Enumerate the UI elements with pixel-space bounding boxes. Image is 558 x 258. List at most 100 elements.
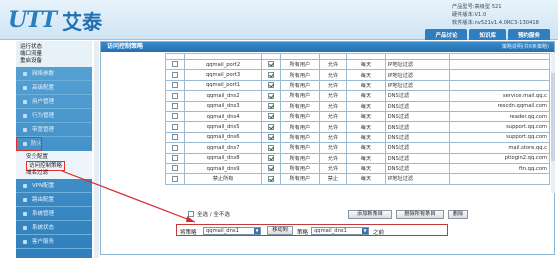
select-cell (164, 142, 186, 154)
policy-name-cell[interactable]: qqmail_dns3 (184, 100, 262, 112)
sidebar-group-behavior[interactable]: 行为管理 (16, 109, 92, 123)
policy-name-cell[interactable]: qqmail_dns2 (184, 90, 262, 102)
row-select-checkbox[interactable] (172, 154, 179, 161)
policy-name-cell[interactable]: qqmail_port1 (184, 79, 262, 92)
policy-name-cell[interactable]: qqmail_dns6 (184, 131, 262, 144)
row-select-checkbox[interactable] (172, 175, 179, 182)
table-row[interactable]: 禁止所有 所有用户 禁止 每天 IP地址过滤 (164, 173, 551, 185)
filter-content-cell: service.mail.qq.c (448, 90, 551, 102)
row-select-checkbox[interactable] (172, 71, 179, 78)
select-all-checkbox[interactable] (188, 211, 194, 217)
row-select-checkbox[interactable] (172, 165, 179, 172)
row-enable-checkbox[interactable] (268, 134, 275, 141)
sidebar-group-network[interactable]: 网络参数 (16, 67, 92, 81)
filter-type-cell: IP地址过滤 (384, 79, 450, 92)
schedule-cell: 每天 (346, 79, 386, 92)
delete-all-button[interactable]: 删除所有条目 (396, 210, 444, 219)
policy-help-link[interactable]: 策略说明(共6条策略) (502, 42, 549, 52)
move-policy-box: 将策略 qqmail_dns1 ▼ 移动到 策略 qqmail_dns1 ▼ 之… (176, 224, 448, 236)
sidebar-group-users[interactable]: 用户管理 (16, 95, 92, 109)
row-select-checkbox[interactable] (172, 144, 179, 151)
table-row[interactable]: qqmail_dns9 所有用户 允许 每天 DNS过滤 ftn.qq.com (164, 162, 551, 175)
row-select-checkbox[interactable] (172, 61, 179, 68)
nav-product-discussion[interactable]: 产品讨论 (425, 29, 468, 40)
row-enable-checkbox[interactable] (268, 92, 275, 99)
policy-name-cell[interactable]: qqmail_dns5 (184, 121, 262, 133)
policy-name-cell[interactable]: qqmail_dns7 (184, 142, 262, 154)
enable-cell (260, 131, 282, 144)
enable-cell (260, 79, 282, 92)
sidebar-group-bandwidth[interactable]: 带宽管理 (16, 123, 92, 137)
row-enable-checkbox[interactable] (268, 175, 275, 182)
row-enable-checkbox[interactable] (268, 123, 275, 130)
sidebar-group-firewall[interactable]: 防火墙 (16, 137, 42, 161)
sidebar-group-system[interactable]: 系统管理 (16, 207, 92, 221)
sidebar-item-reboot[interactable]: 重启设备 (20, 58, 92, 65)
policy-name-cell[interactable]: qqmail_port3 (184, 69, 262, 81)
enable-cell (260, 121, 282, 133)
nav-knowledge-base[interactable]: 知识库 (469, 29, 506, 40)
table-row[interactable]: qqmail_dns7 所有用户 允许 每天 DNS过滤 mail.store.qq.c (164, 142, 551, 154)
sidebar-group-routing[interactable]: 路由配置 (16, 193, 92, 207)
sidebar-group-system-status[interactable]: 系统状态 (16, 221, 92, 235)
row-enable-checkbox[interactable] (268, 71, 275, 78)
policy-name-cell[interactable]: 禁止所有 (184, 173, 262, 185)
filter-type-cell: DNS过滤 (384, 131, 450, 144)
table-row[interactable]: qqmail_dns8 所有用户 允许 每天 DNS过滤 ptlogin2.qq.com (164, 152, 551, 164)
hardware-version: 硬件版本:V1.0 (452, 12, 487, 18)
add-entry-button[interactable]: 添加新条目 (348, 210, 392, 219)
policy-name-cell[interactable]: qqmail_dns8 (184, 152, 262, 164)
filter-content-cell: ftn.qq.com (448, 162, 551, 175)
source-policy-select[interactable]: qqmail_dns1 ▼ (203, 227, 261, 235)
row-enable-checkbox[interactable] (268, 61, 275, 68)
row-select-checkbox[interactable] (172, 134, 179, 141)
filter-type-cell: DNS过滤 (384, 152, 450, 164)
target-policy-value: qqmail_dns1 (314, 228, 347, 234)
sidebar-scrollbar[interactable] (94, 41, 99, 258)
user-group-cell: 所有用户 (280, 173, 320, 185)
table-row[interactable]: qqmail_dns3 所有用户 允许 每天 DNS过滤 rescdn.qqmail.co… (164, 100, 551, 112)
policy-name-cell[interactable]: qqmail_dns9 (184, 162, 262, 175)
row-enable-checkbox[interactable] (268, 113, 275, 120)
schedule-cell: 每天 (346, 110, 386, 123)
row-select-checkbox[interactable] (172, 123, 179, 130)
enable-cell (260, 152, 282, 164)
table-scrollbar[interactable] (551, 53, 555, 193)
table-row[interactable]: qqmail_port1 所有用户 允许 每天 IP地址过滤 (164, 79, 551, 92)
sidebar-group-vpn[interactable]: VPN配置 (16, 179, 92, 193)
row-select-checkbox[interactable] (172, 92, 179, 99)
sidebar-item-status[interactable]: 运行状态 (20, 44, 92, 51)
table-row[interactable]: qqmail_port3 所有用户 允许 每天 IP地址过滤 (164, 69, 551, 81)
row-enable-checkbox[interactable] (268, 82, 275, 89)
filter-content-cell (448, 58, 551, 71)
delete-button[interactable]: 删除 (448, 210, 468, 219)
table-row[interactable]: qqmail_dns4 所有用户 允许 每天 DNS过滤 reader.qq.com (164, 110, 551, 123)
sidebar-group-advanced[interactable]: 高级配置 (16, 81, 92, 95)
row-enable-checkbox[interactable] (268, 154, 275, 161)
filter-content-cell: mail.store.qq.c (448, 142, 551, 154)
source-policy-value: qqmail_dns1 (206, 228, 239, 234)
sidebar-item-port-traffic[interactable]: 端口流量 (20, 51, 92, 58)
filter-type-cell: DNS过滤 (384, 100, 450, 112)
row-enable-checkbox[interactable] (268, 165, 275, 172)
row-select-checkbox[interactable] (172, 82, 179, 89)
row-enable-checkbox[interactable] (268, 103, 275, 109)
move-to-button[interactable]: 移动到 (267, 226, 293, 235)
select-cell (164, 131, 186, 144)
policy-name-cell[interactable]: qqmail_port2 (184, 58, 262, 71)
table-row[interactable]: qqmail_dns2 所有用户 允许 每天 DNS过滤 service.mail.qq.… (164, 90, 551, 102)
table-row[interactable]: qqmail_dns5 所有用户 允许 每天 DNS过滤 support.qq.com (164, 121, 551, 133)
table-row[interactable]: qqmail_dns6 所有用户 允许 每天 DNS过滤 support.qq.com (164, 131, 551, 144)
nav-appointment-service[interactable]: 预约服务 (507, 29, 550, 40)
row-select-checkbox[interactable] (172, 103, 179, 109)
table-scroll-thumb[interactable] (551, 73, 555, 161)
select-all-label[interactable]: 全选 / 全不选 (197, 210, 230, 218)
target-policy-select[interactable]: qqmail_dns1 ▼ (311, 227, 369, 235)
panel-title: 访问控制策略 策略说明(共6条策略) (101, 42, 554, 52)
schedule-cell: 每天 (346, 100, 386, 112)
sidebar-group-customer-service[interactable]: 客户服务 (16, 235, 92, 249)
row-enable-checkbox[interactable] (268, 144, 275, 151)
table-row[interactable]: qqmail_port2 所有用户 允许 每天 IP地址过滤 (164, 58, 551, 71)
row-select-checkbox[interactable] (172, 113, 179, 120)
policy-name-cell[interactable]: qqmail_dns4 (184, 110, 262, 123)
